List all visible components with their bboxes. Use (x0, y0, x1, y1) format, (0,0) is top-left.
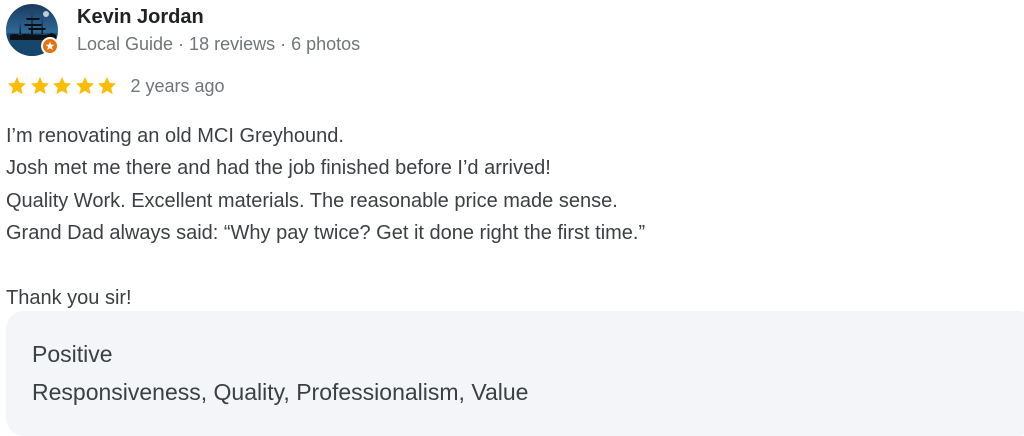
review-text-line: I’m renovating an old MCI Greyhound. (6, 125, 344, 147)
review-text-line: Thank you sir! (6, 286, 132, 309)
star-icon (53, 77, 71, 95)
reviewer-meta: Local Guide · 18 reviews · 6 photos (77, 34, 361, 54)
star-rating (6, 75, 119, 97)
review-text-line: Grand Dad always said: “Why pay twice? G… (6, 222, 646, 245)
star-icon (98, 77, 116, 95)
review-text-line: Josh met me there and had the job finish… (6, 157, 551, 180)
review-text-line (6, 250, 1006, 282)
attributes-title: Positive (32, 341, 113, 367)
reviewer-header: Kevin Jordan Local Guide · 18 reviews · … (6, 4, 360, 56)
review-text-line: Quality Work. Excellent materials. The r… (6, 189, 618, 212)
rating-row: 2 years ago (6, 75, 225, 97)
avatar[interactable] (6, 4, 59, 56)
review-card: Kevin Jordan Local Guide · 18 reviews · … (0, 0, 1024, 436)
attributes-values: Responsiveness, Quality, Professionalism… (32, 379, 529, 405)
star-icon (75, 77, 94, 95)
attributes-panel: Positive Responsiveness, Quality, Profes… (6, 311, 1024, 436)
local-guide-badge-icon (41, 37, 59, 55)
star-icon (30, 77, 49, 95)
review-text: I’m renovating an old MCI Greyhound. Josh… (6, 120, 1006, 314)
review-date: 2 years ago (130, 76, 225, 96)
reviewer-name[interactable]: Kevin Jordan (77, 5, 360, 29)
reviewer-info: Kevin Jordan Local Guide · 18 reviews · … (77, 5, 360, 55)
star-icon (8, 77, 26, 95)
